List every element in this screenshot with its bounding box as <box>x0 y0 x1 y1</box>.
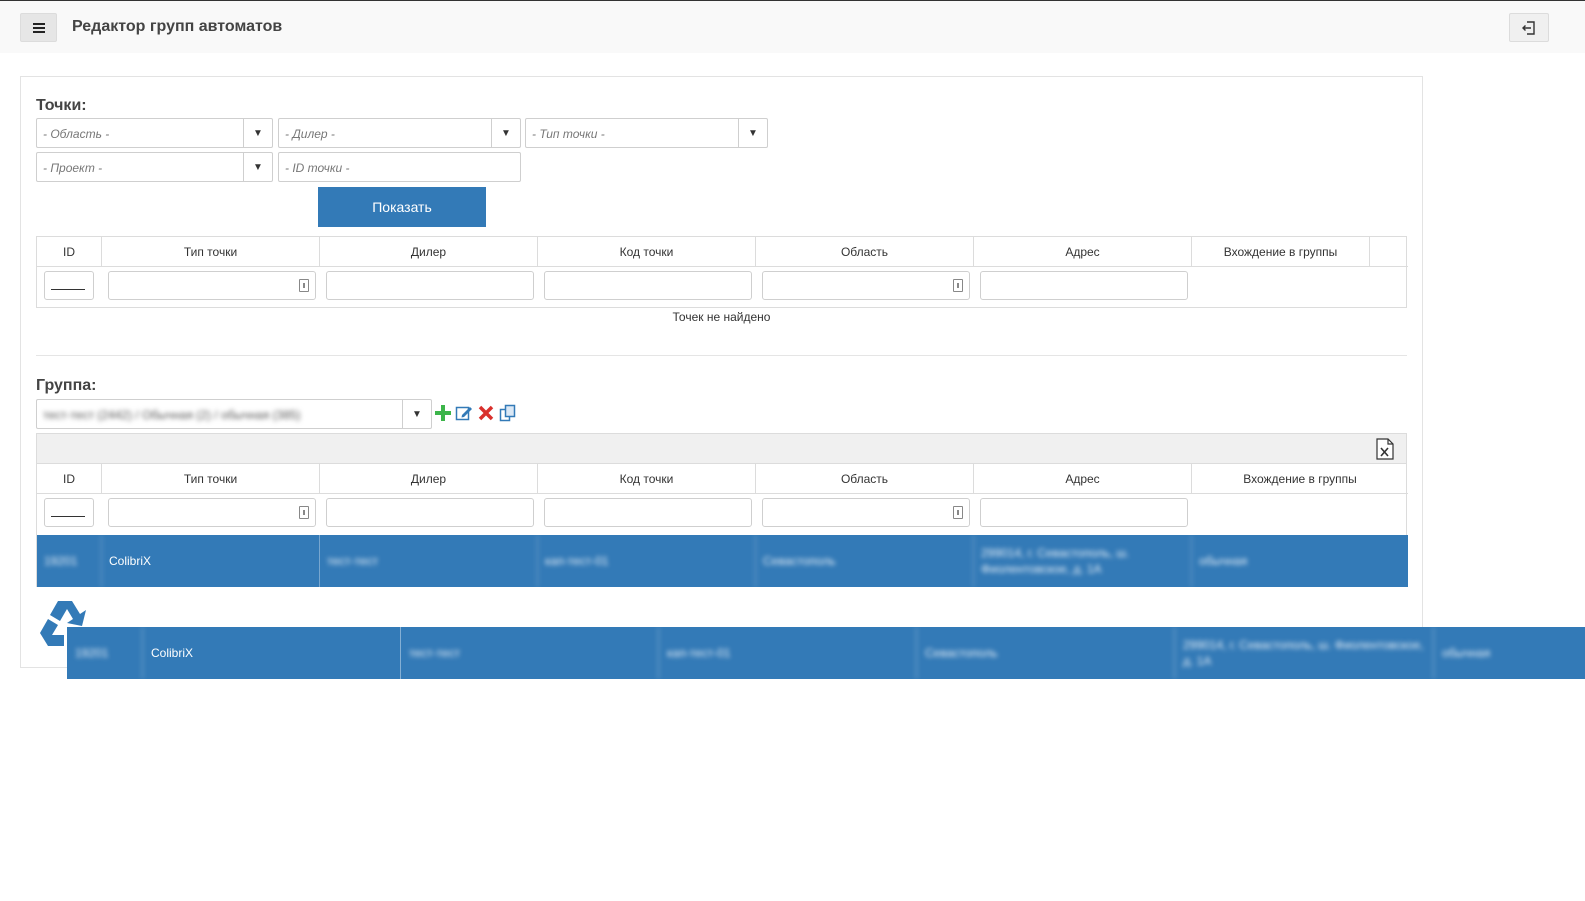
chevron-down-icon[interactable]: ▼ <box>243 153 272 181</box>
column-header[interactable]: ID <box>37 464 102 494</box>
column-header[interactable]: Область <box>756 464 974 494</box>
cell-address: 299014, г. Севастополь, ш. Фиолентовское… <box>1175 627 1434 679</box>
chevron-down-icon[interactable]: ▼ <box>402 400 431 428</box>
id-filter-input[interactable] <box>44 498 94 527</box>
point-type-select[interactable]: - Тип точки - ▼ <box>525 118 768 148</box>
cell-type: ColibriX <box>102 535 320 587</box>
cell-groups: обычная <box>1199 554 1248 568</box>
column-header[interactable]: Код точки <box>538 237 756 267</box>
cell-region: Севастополь <box>756 535 974 587</box>
dealer-select-value: - Дилер - <box>285 127 335 141</box>
points-empty-text: Точек не найдено <box>672 310 771 324</box>
region-select[interactable]: - Область - ▼ <box>36 118 273 148</box>
chevron-down-icon[interactable]: ▼ <box>738 119 767 147</box>
code-filter-input[interactable] <box>544 498 752 527</box>
points-grid: ID Тип точки Дилер Код точки Область Адр… <box>36 236 1408 308</box>
address-filter-input[interactable] <box>980 498 1188 527</box>
column-header[interactable]: Тип точки <box>102 464 320 494</box>
column-header[interactable]: ID <box>37 237 102 267</box>
cell-id: 19201 <box>67 627 143 679</box>
dropdown-icon[interactable] <box>953 506 963 519</box>
hamburger-icon <box>32 22 45 33</box>
column-header[interactable]: Адрес <box>974 237 1192 267</box>
column-header[interactable]: Область <box>756 237 974 267</box>
table-row[interactable]: 19201 ColibriX тест-тест кап-тест-01 Сев… <box>37 535 1408 587</box>
logout-button[interactable] <box>1509 13 1549 42</box>
type-filter-input[interactable] <box>108 271 316 300</box>
code-filter-input[interactable] <box>544 271 752 300</box>
add-icon[interactable] <box>434 404 452 422</box>
page-title: Редактор групп автоматов <box>72 18 283 35</box>
column-header-spacer <box>1370 237 1408 267</box>
point-type-select-value: - Тип точки - <box>532 127 605 141</box>
column-header[interactable]: Тип точки <box>102 237 320 267</box>
group-section-title: Группа: <box>36 377 97 394</box>
point-id-placeholder: - ID точки - <box>285 161 350 175</box>
cell-groups: обычная <box>1442 646 1491 660</box>
column-header[interactable]: Дилер <box>320 464 538 494</box>
project-select-value: - Проект - <box>43 161 103 175</box>
copy-icon[interactable] <box>499 404 517 422</box>
menu-button[interactable] <box>20 13 57 42</box>
dropdown-icon[interactable] <box>299 279 309 292</box>
points-section-title: Точки: <box>36 97 87 114</box>
delete-icon[interactable] <box>477 404 495 422</box>
cell-code: кап-тест-01 <box>538 535 756 587</box>
cell-address: 299014, г. Севастополь, ш. Фиолентовское… <box>974 535 1192 587</box>
chevron-down-icon[interactable]: ▼ <box>243 119 272 147</box>
column-header[interactable]: Дилер <box>320 237 538 267</box>
show-button[interactable]: Показать <box>318 187 486 227</box>
project-select[interactable]: - Проект - ▼ <box>36 152 273 182</box>
id-filter-input[interactable] <box>44 271 94 300</box>
type-filter-input[interactable] <box>108 498 316 527</box>
cell-type: ColibriX <box>143 627 401 679</box>
column-header[interactable]: Адрес <box>974 464 1192 494</box>
top-bar: Редактор групп автоматов <box>0 1 1585 53</box>
cell-region: Севастополь <box>917 627 1175 679</box>
group-grid-toolbar <box>37 434 1406 464</box>
section-divider <box>36 355 1407 356</box>
dragged-row[interactable]: 19201 ColibriX тест-тест кап-тест-01 Сев… <box>67 627 1585 679</box>
region-filter-input[interactable] <box>762 271 970 300</box>
dealer-filter-input[interactable] <box>326 271 534 300</box>
main-panel: Точки: - Область - ▼ - Дилер - ▼ - Тип т… <box>20 76 1423 668</box>
excel-export-icon[interactable] <box>1376 438 1394 460</box>
edit-icon[interactable] <box>455 404 473 422</box>
column-header[interactable]: Вхождение в группы <box>1192 464 1408 494</box>
region-select-value: - Область - <box>43 127 110 141</box>
point-id-input[interactable]: - ID точки - <box>278 152 521 182</box>
group-select-value: тест-тест (2442) / Обычная (2) / обычная… <box>43 408 301 422</box>
cell-dealer: тест-тест <box>320 535 538 587</box>
id-filter-mask <box>51 507 85 517</box>
cell-dealer: тест-тест <box>401 627 659 679</box>
cell-id: 19201 <box>37 535 102 587</box>
dealer-filter-input[interactable] <box>326 498 534 527</box>
cell-code: кап-тест-01 <box>659 627 917 679</box>
chevron-down-icon[interactable]: ▼ <box>491 119 520 147</box>
group-grid: ID Тип точки Дилер Код точки Область Адр… <box>36 433 1408 587</box>
dropdown-icon[interactable] <box>953 279 963 292</box>
column-header[interactable]: Вхождение в группы <box>1192 237 1370 267</box>
group-select[interactable]: тест-тест (2442) / Обычная (2) / обычная… <box>36 399 432 429</box>
address-filter-input[interactable] <box>980 271 1188 300</box>
id-filter-mask <box>51 280 85 290</box>
dropdown-icon[interactable] <box>299 506 309 519</box>
column-header[interactable]: Код точки <box>538 464 756 494</box>
dealer-select[interactable]: - Дилер - ▼ <box>278 118 521 148</box>
logout-icon <box>1522 20 1535 35</box>
region-filter-input[interactable] <box>762 498 970 527</box>
